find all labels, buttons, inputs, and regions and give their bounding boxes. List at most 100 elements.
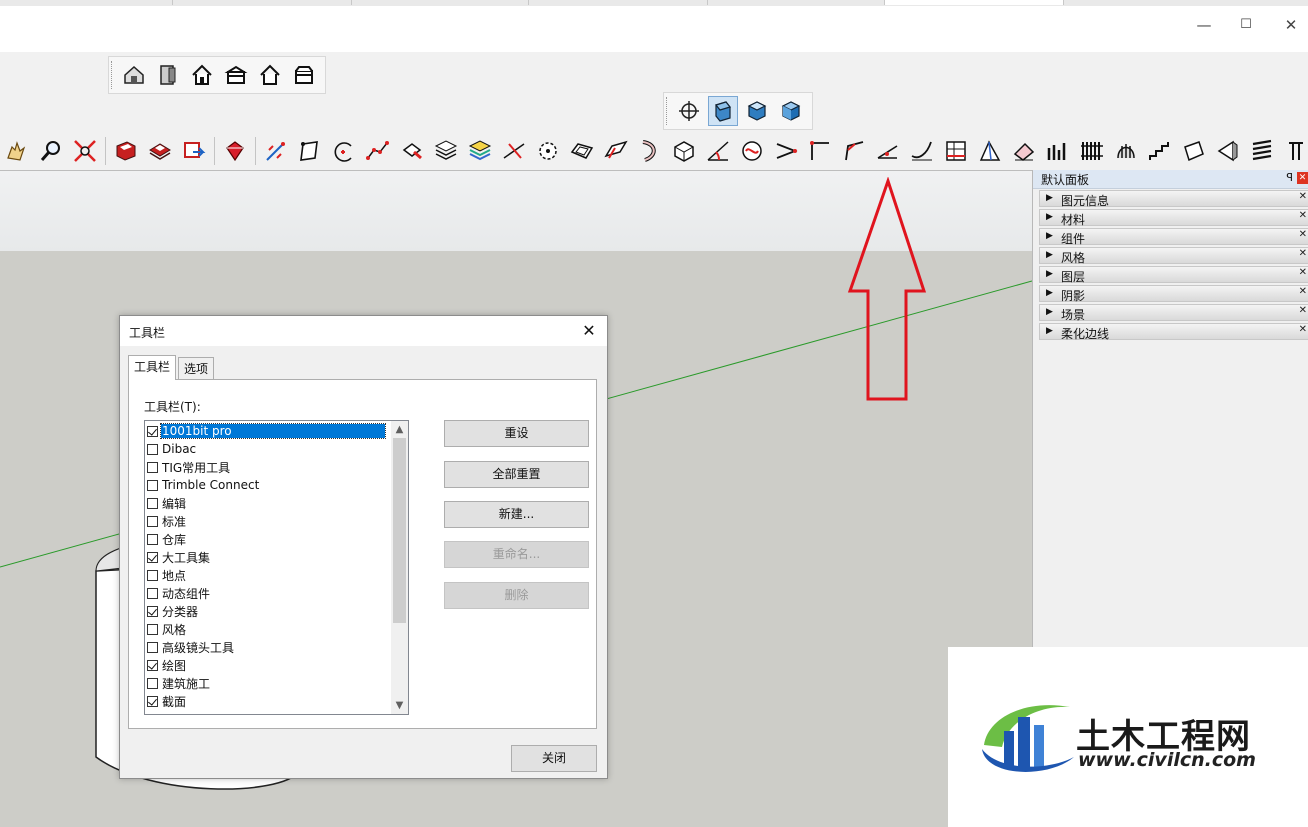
toolbar-checkbox[interactable] <box>147 677 158 689</box>
tray-panel-row[interactable]: ▶ 图元信息 ✕ <box>1039 190 1308 208</box>
tray-panel-row[interactable]: ▶ 组件 ✕ <box>1039 228 1308 246</box>
toolbar-list-item[interactable]: 绘图 <box>147 656 389 674</box>
toolbar-checkbox[interactable] <box>147 695 158 707</box>
extension-warehouse-gem-icon[interactable] <box>218 134 252 168</box>
curve-tool-icon[interactable] <box>905 134 939 168</box>
reset-all-button[interactable]: 全部重置 <box>444 461 589 488</box>
layers-icon[interactable] <box>429 134 463 168</box>
reset-button[interactable]: 重设 <box>444 420 589 447</box>
protractor-icon[interactable] <box>701 134 735 168</box>
intersect-icon[interactable] <box>497 134 531 168</box>
toolbar-checkbox[interactable] <box>147 443 158 455</box>
shaded-box-icon[interactable] <box>742 96 772 126</box>
warehouse-book-icon[interactable] <box>109 134 143 168</box>
chamfer-tool-icon[interactable] <box>871 134 905 168</box>
scroll-down-icon[interactable]: ▼ <box>391 697 408 714</box>
toolbar-listbox[interactable]: 1001bit pro Dibac TIG常用工具 Trimble Connect 编辑… <box>144 420 409 715</box>
expand-triangle-icon[interactable]: ▶ <box>1046 250 1053 260</box>
xray-axes-icon[interactable] <box>674 96 704 126</box>
post-tool-icon[interactable] <box>1279 134 1308 168</box>
tray-close-icon[interactable]: ✕ <box>1297 172 1308 184</box>
expand-triangle-icon[interactable]: ▶ <box>1046 269 1053 279</box>
paint-bucket-icon[interactable] <box>395 134 429 168</box>
tab-toolbars[interactable]: 工具栏 <box>128 355 177 380</box>
toolbar-checkbox[interactable] <box>147 623 158 635</box>
eraser-icon[interactable] <box>1007 134 1041 168</box>
left-view-icon[interactable] <box>289 60 319 90</box>
tray-panel-row[interactable]: ▶ 材料 ✕ <box>1039 209 1308 227</box>
toolbar-checkbox[interactable] <box>147 497 158 509</box>
toolbar-list-item[interactable]: 标准 <box>147 512 389 530</box>
scroll-thumb[interactable] <box>393 438 406 623</box>
toolbar-checkbox[interactable] <box>147 569 158 581</box>
columns-tool-icon[interactable] <box>1041 134 1075 168</box>
louver-tool-icon[interactable] <box>1245 134 1279 168</box>
share-component-icon[interactable] <box>177 134 211 168</box>
pan-hand-icon[interactable] <box>0 134 34 168</box>
tool-icon[interactable] <box>293 134 327 168</box>
right-view-icon[interactable] <box>221 60 251 90</box>
toolbar-checkbox[interactable] <box>147 479 158 491</box>
panel-close-icon[interactable]: ✕ <box>1299 286 1307 297</box>
window-tab[interactable] <box>352 0 529 5</box>
offset-tool-icon[interactable] <box>565 134 599 168</box>
tray-panel-row[interactable]: ▶ 柔化边线 ✕ <box>1039 323 1308 341</box>
fence-tool-icon[interactable] <box>1109 134 1143 168</box>
tray-panel-row[interactable]: ▶ 风格 ✕ <box>1039 247 1308 265</box>
tray-panel-row[interactable]: ▶ 图层 ✕ <box>1039 266 1308 284</box>
close-window-button[interactable]: ✕ <box>1277 12 1305 38</box>
sweep-tool-icon[interactable] <box>633 134 667 168</box>
vertical-scrollbar[interactable]: ▲ ▼ <box>391 421 408 714</box>
scroll-up-icon[interactable]: ▲ <box>391 421 408 438</box>
expand-triangle-icon[interactable]: ▶ <box>1046 307 1053 317</box>
window-tab-active[interactable] <box>885 0 1064 5</box>
toolbar-list-item[interactable]: 风格 <box>147 620 389 638</box>
expand-triangle-icon[interactable]: ▶ <box>1046 288 1053 298</box>
close-button[interactable]: 关闭 <box>511 745 597 772</box>
tray-panel-row[interactable]: ▶ 场景 ✕ <box>1039 304 1308 322</box>
toolbar-list-item[interactable]: 建筑施工 <box>147 674 389 692</box>
toolbar-list-item[interactable]: 大工具集 <box>147 548 389 566</box>
toolbar-list-item[interactable]: 地点 <box>147 566 389 584</box>
dialog-close-icon[interactable]: ✕ <box>579 321 599 341</box>
toolbar-checkbox[interactable] <box>147 605 158 617</box>
shaded-box-active-icon[interactable] <box>708 96 738 126</box>
fillet-tool-icon[interactable] <box>837 134 871 168</box>
toolbar-checkbox[interactable] <box>147 533 158 545</box>
panel-close-icon[interactable]: ✕ <box>1299 210 1307 221</box>
top-view-icon[interactable] <box>153 60 183 90</box>
frame-tool-icon[interactable] <box>939 134 973 168</box>
zoom-magnifier-icon[interactable] <box>34 134 68 168</box>
toolbar-list-item[interactable]: 分类器 <box>147 602 389 620</box>
tray-panel-row[interactable]: ▶ 阴影 ✕ <box>1039 285 1308 303</box>
panel-close-icon[interactable]: ✕ <box>1299 324 1307 335</box>
toolbar-list-item[interactable]: Dibac <box>147 440 389 458</box>
new-button[interactable]: 新建... <box>444 501 589 528</box>
panel-tool-icon[interactable] <box>1177 134 1211 168</box>
follow-me-icon[interactable] <box>599 134 633 168</box>
window-tab[interactable] <box>0 0 173 5</box>
move-tool-icon[interactable] <box>769 134 803 168</box>
toolbar-checkbox[interactable] <box>147 551 158 563</box>
toolbar-list-item[interactable]: 截面 <box>147 692 389 710</box>
minimize-button[interactable]: — <box>1190 12 1218 38</box>
window-tab[interactable] <box>708 0 885 5</box>
pin-icon[interactable]: ꟼ <box>1286 171 1293 184</box>
expand-triangle-icon[interactable]: ▶ <box>1046 231 1053 241</box>
corner-tool-icon[interactable] <box>803 134 837 168</box>
toolbar-list-item[interactable]: 仓库 <box>147 530 389 548</box>
toolbar-checkbox[interactable] <box>147 425 158 437</box>
slope-tool-icon[interactable] <box>973 134 1007 168</box>
toolbar-list-item[interactable]: TIG常用工具 <box>147 458 389 476</box>
toolbar-checkbox[interactable] <box>147 461 158 473</box>
draw-line-pencil-icon[interactable] <box>259 134 293 168</box>
toolbar-list-item[interactable]: 编辑 <box>147 494 389 512</box>
toolbar-checkbox[interactable] <box>147 515 158 527</box>
toolbar-list-item[interactable]: 动态组件 <box>147 584 389 602</box>
expand-triangle-icon[interactable]: ▶ <box>1046 193 1053 203</box>
window-tab[interactable] <box>529 0 708 5</box>
toolbar-list-item[interactable]: Trimble Connect <box>147 476 389 494</box>
toolbar-checkbox[interactable] <box>147 641 158 653</box>
arc-tool-icon[interactable] <box>327 134 361 168</box>
toolbar-grip[interactable] <box>666 97 670 125</box>
